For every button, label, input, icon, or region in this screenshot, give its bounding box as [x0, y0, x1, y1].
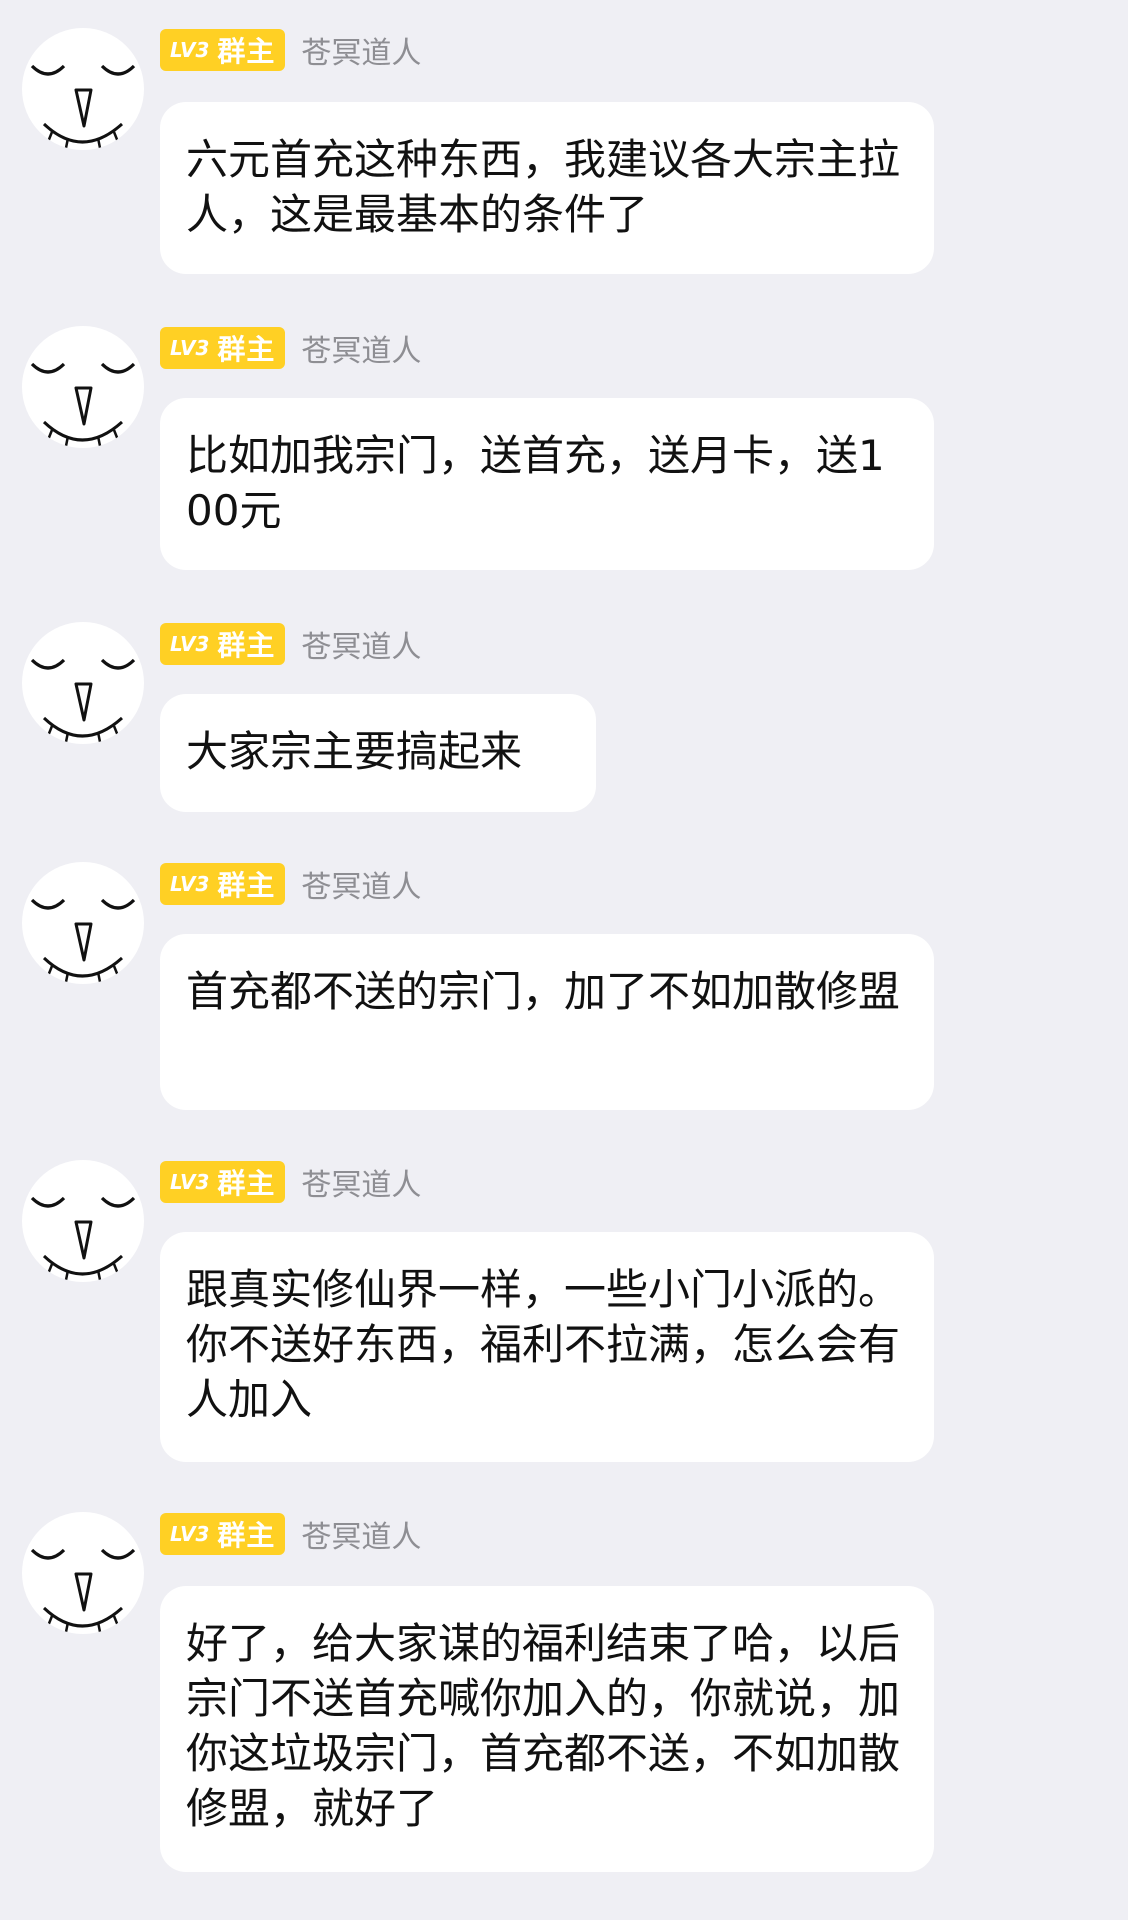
- message-bubble[interactable]: 比如加我宗门，送首充，送月卡，送100元: [160, 398, 934, 570]
- role-label: 群主: [217, 1167, 276, 1200]
- message-header: LV3 群主 苍冥道人: [160, 1512, 421, 1556]
- level-label: LV3: [170, 1170, 210, 1194]
- message-header: LV3 群主 苍冥道人: [160, 622, 421, 666]
- sleepy-face-avatar-icon[interactable]: [22, 622, 144, 744]
- sender-name[interactable]: 苍冥道人: [301, 1512, 421, 1556]
- sender-name[interactable]: 苍冥道人: [301, 622, 421, 666]
- level-label: LV3: [170, 38, 210, 62]
- sleepy-face-avatar-icon[interactable]: [22, 1512, 144, 1634]
- sender-name[interactable]: 苍冥道人: [301, 1160, 421, 1204]
- role-badge: LV3 群主: [160, 29, 286, 71]
- role-label: 群主: [217, 869, 276, 902]
- sleepy-face-avatar-icon[interactable]: [22, 1160, 144, 1282]
- sender-name[interactable]: 苍冥道人: [301, 326, 421, 370]
- role-label: 群主: [217, 35, 276, 68]
- role-label: 群主: [217, 629, 276, 662]
- message-bubble[interactable]: 好了，给大家谋的福利结束了哈，以后宗门不送首充喊你加入的，你就说，加你这垃圾宗门…: [160, 1586, 934, 1872]
- message-header: LV3 群主 苍冥道人: [160, 862, 421, 906]
- message-header: LV3 群主 苍冥道人: [160, 326, 421, 370]
- role-badge: LV3 群主: [160, 1161, 286, 1203]
- role-label: 群主: [217, 1519, 276, 1552]
- sleepy-face-avatar-icon[interactable]: [22, 326, 144, 448]
- message-bubble[interactable]: 首充都不送的宗门，加了不如加散修盟: [160, 934, 934, 1110]
- message-bubble[interactable]: 六元首充这种东西，我建议各大宗主拉人，这是最基本的条件了: [160, 102, 934, 274]
- level-label: LV3: [170, 872, 210, 896]
- message-header: LV3 群主 苍冥道人: [160, 1160, 421, 1204]
- sleepy-face-avatar-icon[interactable]: [22, 28, 144, 150]
- level-label: LV3: [170, 336, 210, 360]
- level-label: LV3: [170, 1522, 210, 1546]
- role-badge: LV3 群主: [160, 623, 286, 665]
- sender-name[interactable]: 苍冥道人: [301, 28, 421, 72]
- message-bubble[interactable]: 跟真实修仙界一样，一些小门小派的。你不送好东西，福利不拉满，怎么会有人加入: [160, 1232, 934, 1462]
- message-header: LV3 群主 苍冥道人: [160, 28, 421, 72]
- sleepy-face-avatar-icon[interactable]: [22, 862, 144, 984]
- role-badge: LV3 群主: [160, 1513, 286, 1555]
- role-badge: LV3 群主: [160, 327, 286, 369]
- role-badge: LV3 群主: [160, 863, 286, 905]
- message-bubble[interactable]: 大家宗主要搞起来: [160, 694, 596, 812]
- sender-name[interactable]: 苍冥道人: [301, 862, 421, 906]
- role-label: 群主: [217, 333, 276, 366]
- level-label: LV3: [170, 632, 210, 656]
